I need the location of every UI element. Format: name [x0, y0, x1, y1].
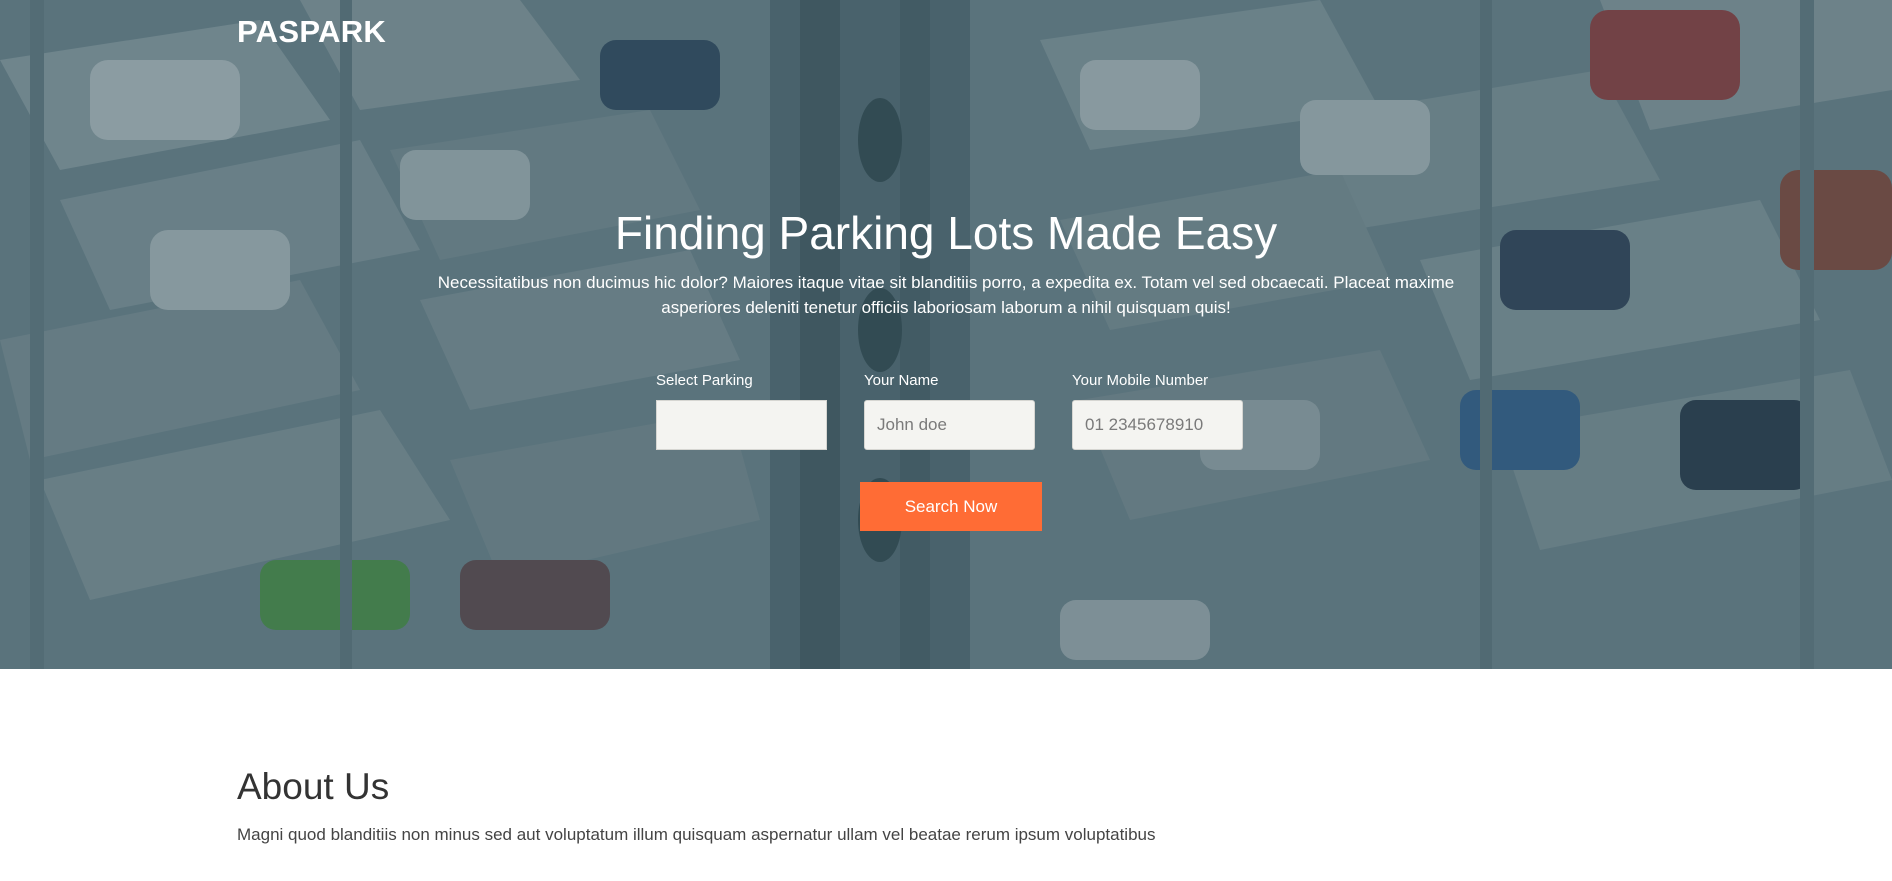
brand-logo[interactable]: PASPARK [237, 14, 386, 50]
select-parking-label: Select Parking [656, 372, 753, 389]
select-parking-dropdown[interactable] [656, 400, 827, 450]
about-title: About Us [237, 766, 390, 807]
your-name-input[interactable] [864, 400, 1035, 450]
search-now-button[interactable]: Search Now [860, 482, 1042, 531]
hero-overlay [0, 0, 1892, 669]
mobile-number-label: Your Mobile Number [1072, 372, 1209, 389]
about-text: Magni quod blanditiis non minus sed aut … [237, 825, 1156, 844]
mobile-number-group: Your Mobile Number [1072, 372, 1244, 450]
your-name-label: Your Name [864, 372, 939, 389]
hero-title: Finding Parking Lots Made Easy [614, 207, 1278, 259]
hero-section: PASPARK Finding Parking Lots Made Easy N… [0, 0, 1892, 669]
your-name-group: Your Name [864, 372, 1036, 450]
mobile-number-input[interactable] [1072, 400, 1243, 450]
hero-description: Necessitatibus non ducimus hic dolor? Ma… [437, 273, 1455, 317]
select-parking-group: Select Parking [656, 372, 828, 450]
